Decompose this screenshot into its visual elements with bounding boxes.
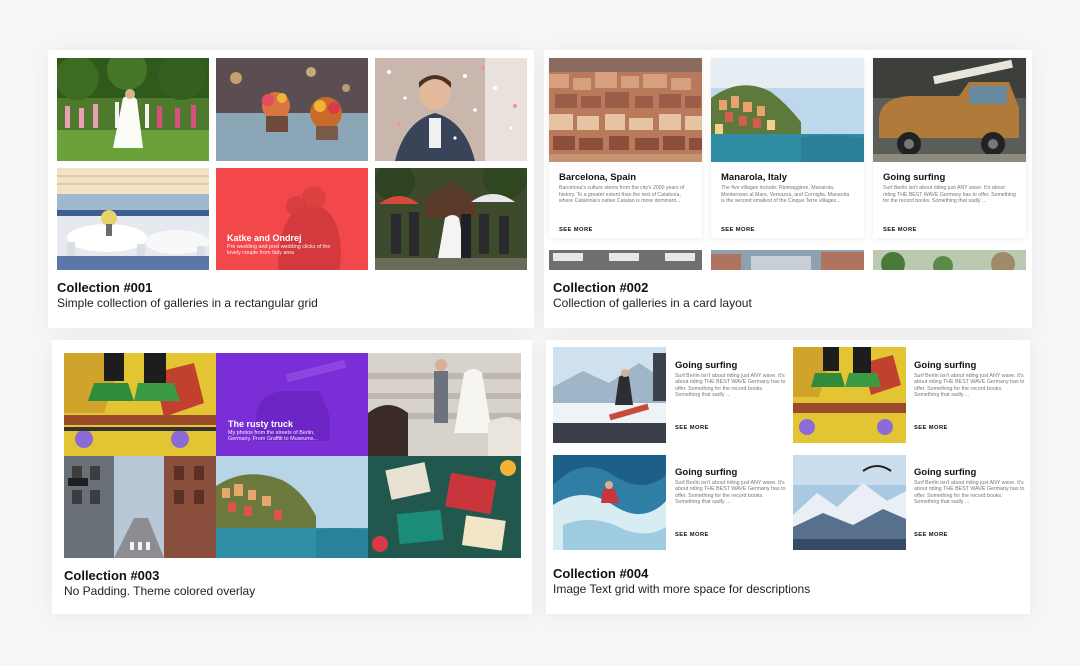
trees-art bbox=[873, 250, 1026, 270]
collection-title: Collection #003 bbox=[64, 568, 160, 583]
groom-confetti-art bbox=[375, 58, 527, 161]
couple-overlay-tile[interactable]: Katke and Ondrej Pre wedding and post we… bbox=[216, 168, 368, 270]
item-text: Surf Berlin isn't about riding just ANY … bbox=[675, 373, 786, 399]
reception-hall-photo[interactable] bbox=[57, 168, 209, 270]
manarola-photo bbox=[711, 58, 864, 162]
overlay-description: Pre wedding and post wedding clicks of t… bbox=[227, 244, 331, 257]
trees-photo-partial[interactable] bbox=[873, 250, 1026, 270]
card-text: Surf Berlin isn't about riding just ANY … bbox=[883, 185, 1016, 205]
card-text: Barcelona's culture stems from the city'… bbox=[559, 185, 685, 205]
street-sign-art bbox=[549, 250, 702, 270]
bride-stairs-art bbox=[368, 353, 521, 456]
overlay-title: The rusty truck bbox=[228, 419, 294, 429]
collection-title: Collection #004 bbox=[553, 566, 649, 581]
rusty-truck-overlay-tile[interactable]: The rusty truck My photos from the stree… bbox=[216, 353, 368, 456]
overlay-title: Katke and Ondrej bbox=[227, 233, 302, 243]
coastal-village-photo[interactable] bbox=[216, 456, 368, 558]
umbrella-wedding-art bbox=[375, 168, 527, 270]
see-more-link[interactable]: SEE MORE bbox=[883, 227, 917, 233]
card-title: Manarola, Italy bbox=[721, 172, 787, 183]
city-street-art bbox=[64, 456, 216, 558]
card-surfing[interactable]: Going surfing Surf Berlin isn't about ri… bbox=[873, 58, 1026, 238]
city-photo-partial[interactable] bbox=[711, 250, 864, 270]
coastal-village-art bbox=[216, 456, 368, 558]
item-title: Going surfing bbox=[914, 360, 977, 371]
item-title: Going surfing bbox=[675, 467, 738, 478]
see-more-link[interactable]: SEE MORE bbox=[675, 532, 709, 538]
wave-surfing-art bbox=[553, 455, 666, 550]
rusty-truck-photo bbox=[873, 58, 1026, 162]
see-more-link[interactable]: SEE MORE bbox=[675, 425, 709, 431]
reception-hall-art bbox=[57, 168, 209, 270]
city-art bbox=[711, 250, 864, 270]
paraglider-mountains-photo[interactable] bbox=[793, 455, 906, 550]
skateboard-art bbox=[64, 353, 216, 456]
table-decor-art bbox=[216, 58, 368, 161]
umbrella-wedding-photo[interactable] bbox=[375, 168, 527, 270]
groom-confetti-photo[interactable] bbox=[375, 58, 527, 161]
bride-stairs-photo[interactable] bbox=[368, 353, 521, 456]
collection-subtitle: Image Text grid with more space for desc… bbox=[553, 582, 811, 596]
collection-002-panel: Barcelona, Spain Barcelona's culture ste… bbox=[544, 50, 1032, 328]
skateboard-photo-2[interactable] bbox=[793, 347, 906, 443]
paraglider-mountains-art bbox=[793, 455, 906, 550]
item-title: Going surfing bbox=[914, 467, 977, 478]
gifts-photo[interactable] bbox=[368, 456, 521, 558]
collection-subtitle: No Padding. Theme colored overlay bbox=[64, 584, 256, 598]
collection-subtitle: Simple collection of galleries in a rect… bbox=[57, 296, 318, 310]
see-more-link[interactable]: SEE MORE bbox=[559, 227, 593, 233]
card-title: Barcelona, Spain bbox=[559, 172, 637, 183]
skateboard-photo[interactable] bbox=[64, 353, 216, 456]
item-text: Surf Berlin isn't about riding just ANY … bbox=[914, 480, 1025, 506]
wedding-garden-art bbox=[57, 58, 209, 161]
collection-001-panel: Katke and Ondrej Pre wedding and post we… bbox=[48, 50, 534, 328]
skateboard-art-2 bbox=[793, 347, 906, 443]
barcelona-art bbox=[549, 58, 702, 162]
item-title: Going surfing bbox=[675, 360, 738, 371]
table-decor-photo[interactable] bbox=[216, 58, 368, 161]
barcelona-photo bbox=[549, 58, 702, 162]
city-street-photo[interactable] bbox=[64, 456, 216, 558]
manarola-art bbox=[711, 58, 864, 162]
overlay-description: My photos from the streets of Berlin, Ge… bbox=[228, 430, 318, 443]
item-text: Surf Berlin isn't about riding just ANY … bbox=[675, 480, 786, 506]
card-barcelona[interactable]: Barcelona, Spain Barcelona's culture ste… bbox=[549, 58, 702, 238]
card-manarola[interactable]: Manarola, Italy The five villages includ… bbox=[711, 58, 864, 238]
street-sign-photo-partial[interactable] bbox=[549, 250, 702, 270]
see-more-link[interactable]: SEE MORE bbox=[914, 532, 948, 538]
item-text: Surf Berlin isn't about riding just ANY … bbox=[914, 373, 1025, 399]
collection-title: Collection #001 bbox=[57, 280, 153, 295]
gifts-art bbox=[368, 456, 521, 558]
snowboard-photo[interactable] bbox=[553, 347, 666, 443]
snowboard-art bbox=[553, 347, 666, 443]
see-more-link[interactable]: SEE MORE bbox=[914, 425, 948, 431]
card-title: Going surfing bbox=[883, 172, 946, 183]
collection-004-panel: Going surfing Surf Berlin isn't about ri… bbox=[546, 340, 1030, 614]
wave-surfing-photo[interactable] bbox=[553, 455, 666, 550]
collection-title: Collection #002 bbox=[553, 280, 649, 295]
see-more-link[interactable]: SEE MORE bbox=[721, 227, 755, 233]
card-text: The five villages include: Riomaggiore, … bbox=[721, 185, 850, 205]
wedding-garden-photo[interactable] bbox=[57, 58, 209, 161]
rusty-truck-art bbox=[873, 58, 1026, 162]
collection-003-panel: The rusty truck My photos from the stree… bbox=[52, 340, 532, 614]
collection-subtitle: Collection of galleries in a card layout bbox=[553, 296, 752, 310]
